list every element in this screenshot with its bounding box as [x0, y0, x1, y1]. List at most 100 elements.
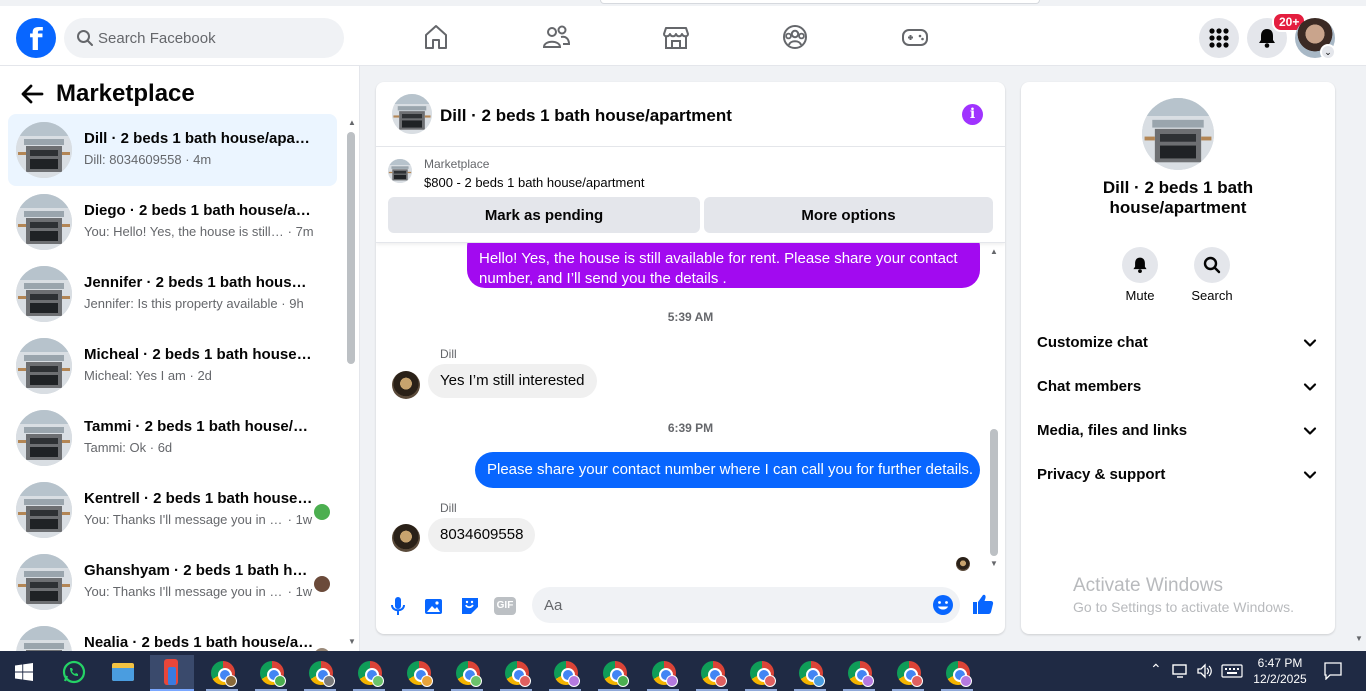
conversation-item[interactable]: Dill · 2 beds 1 bath house/apartment Dill… [8, 114, 337, 186]
conversation-item[interactable]: Nealia · 2 beds 1 bath house/apartment [8, 618, 337, 651]
facebook-logo[interactable]: f [16, 18, 56, 58]
sender-avatar[interactable] [392, 371, 420, 399]
chrome-icon [456, 661, 482, 687]
conversation-time: 1w [295, 584, 313, 599]
chrome-icon [603, 661, 629, 687]
listing-small-thumbnail[interactable] [388, 159, 412, 183]
groups-icon[interactable] [780, 22, 810, 52]
chrome-taskbar-icon[interactable] [445, 655, 489, 691]
like-thumb-icon[interactable] [971, 592, 995, 616]
clock-date: 12/2/2025 [1253, 672, 1307, 686]
conversation-preview: Tammi: Ok [84, 440, 147, 455]
mark-as-pending-button[interactable]: Mark as pending [388, 197, 700, 233]
chat-title[interactable]: Dill · 2 beds 1 bath house/apartment [440, 106, 732, 126]
info-icon[interactable]: i [962, 104, 983, 125]
gif-icon[interactable]: GIF [494, 597, 516, 615]
tray-expand-icon[interactable]: ⌃ [1150, 661, 1162, 678]
home-icon[interactable] [421, 22, 451, 52]
listing-large-thumbnail[interactable] [1142, 98, 1214, 170]
back-arrow-icon[interactable] [20, 84, 44, 104]
scroll-up-icon[interactable]: ▲ [348, 118, 356, 127]
conversation-item[interactable]: Micheal · 2 beds 1 bath house/apartment M… [8, 330, 337, 402]
chrome-taskbar-icon[interactable] [494, 655, 538, 691]
chrome-icon [946, 661, 972, 687]
chrome-taskbar-icon[interactable] [837, 655, 881, 691]
listing-card: Marketplace $800 - 2 beds 1 bath house/a… [376, 147, 1005, 243]
photo-icon[interactable] [422, 594, 446, 618]
conversation-item[interactable]: Kentrell · 2 beds 1 bath house/apartment… [8, 474, 337, 546]
emoji-icon[interactable] [931, 593, 955, 617]
chrome-icon [358, 661, 384, 687]
conversation-time: 6d [157, 440, 173, 455]
chrome-taskbar-icon[interactable] [788, 655, 832, 691]
conversation-item[interactable]: Diego · 2 beds 1 bath house/apartment You… [8, 186, 337, 258]
network-icon[interactable] [1172, 663, 1190, 679]
sticker-icon[interactable] [458, 594, 482, 618]
chrome-taskbar-icon[interactable] [543, 655, 587, 691]
chrome-taskbar-icon[interactable] [396, 655, 440, 691]
taskbar-clock[interactable]: 6:47 PM 12/2/2025 [1250, 655, 1310, 687]
keyboard-icon[interactable] [1221, 664, 1243, 678]
chrome-taskbar-icon[interactable] [298, 655, 342, 691]
listing-price-title[interactable]: $800 - 2 beds 1 bath house/apartment [424, 175, 644, 190]
conversation-item[interactable]: Tammi · 2 beds 1 bath house/apartment Tam… [8, 402, 337, 474]
details-section-chat-members[interactable]: Chat members [1029, 367, 1327, 407]
read-receipt-avatar [314, 576, 330, 592]
chrome-taskbar-icon[interactable] [200, 655, 244, 691]
section-label: Privacy & support [1037, 466, 1166, 483]
conversation-item[interactable]: Jennifer · 2 beds 1 bath house/apartment… [8, 258, 337, 330]
scroll-down-icon[interactable]: ▼ [990, 559, 998, 568]
volume-icon[interactable] [1196, 663, 1214, 679]
conversation-time: 7m [295, 224, 314, 239]
details-section-privacy-support[interactable]: Privacy & support [1029, 455, 1327, 495]
conversation-time: 4m [193, 152, 212, 167]
sender-avatar[interactable] [392, 524, 420, 552]
scroll-down-icon[interactable]: ▼ [348, 637, 356, 646]
more-options-button[interactable]: More options [704, 197, 993, 233]
scroll-down-icon[interactable]: ▼ [1355, 634, 1363, 643]
house-photo-icon [16, 266, 72, 322]
chrome-taskbar-icon[interactable] [690, 655, 734, 691]
message-input[interactable] [532, 587, 960, 623]
listing-thumbnail[interactable] [392, 94, 432, 134]
scroll-up-icon[interactable]: ▲ [990, 247, 998, 256]
file-explorer-taskbar-icon[interactable] [101, 655, 145, 691]
windows-start-icon[interactable] [15, 663, 33, 681]
search-bar[interactable] [64, 18, 344, 58]
sidebar-scrollbar[interactable] [347, 132, 355, 364]
microphone-icon[interactable] [386, 594, 410, 618]
seen-indicator-avatar [956, 557, 970, 571]
chrome-taskbar-icon[interactable] [249, 655, 293, 691]
page-scrollbar[interactable]: ▼ [1352, 66, 1366, 651]
search-icon [77, 30, 93, 46]
chrome-taskbar-icon[interactable] [641, 655, 685, 691]
outgoing-message[interactable]: Please share your contact number where I… [475, 452, 980, 488]
details-section-customize-chat[interactable]: Customize chat [1029, 323, 1327, 363]
chrome-taskbar-icon[interactable] [739, 655, 783, 691]
mute-button[interactable] [1122, 247, 1158, 283]
gaming-icon[interactable] [900, 22, 930, 52]
chrome-taskbar-icon[interactable] [347, 655, 391, 691]
chrome-icon [260, 661, 286, 687]
outgoing-message[interactable]: Hello! Yes, the house is still available… [467, 243, 980, 288]
details-section-media-files-and-links[interactable]: Media, files and links [1029, 411, 1327, 451]
menu-button[interactable] [1199, 18, 1239, 58]
marketplace-icon[interactable] [661, 22, 691, 52]
search-input[interactable] [98, 18, 334, 58]
incoming-message[interactable]: 8034609558 [428, 518, 536, 552]
chrome-taskbar-icon[interactable] [935, 655, 979, 691]
active-app-taskbar-icon[interactable] [150, 655, 194, 691]
incoming-message[interactable]: Yes I’m still interested [428, 364, 597, 398]
whatsapp-taskbar-icon[interactable] [52, 655, 96, 691]
message-composer: GIF [376, 582, 1005, 630]
friends-icon[interactable] [541, 22, 571, 52]
chrome-taskbar-icon[interactable] [592, 655, 636, 691]
search-conversation-button[interactable] [1194, 247, 1230, 283]
conversation-item[interactable]: Ghanshyam · 2 beds 1 bath house/apartmen… [8, 546, 337, 618]
house-photo-icon [16, 122, 72, 178]
chat-scrollbar[interactable] [990, 429, 998, 556]
chevron-down-icon[interactable]: ⌄ [1320, 44, 1336, 60]
notification-center-icon[interactable] [1324, 662, 1342, 680]
bell-icon [1259, 29, 1275, 48]
chrome-taskbar-icon[interactable] [886, 655, 930, 691]
